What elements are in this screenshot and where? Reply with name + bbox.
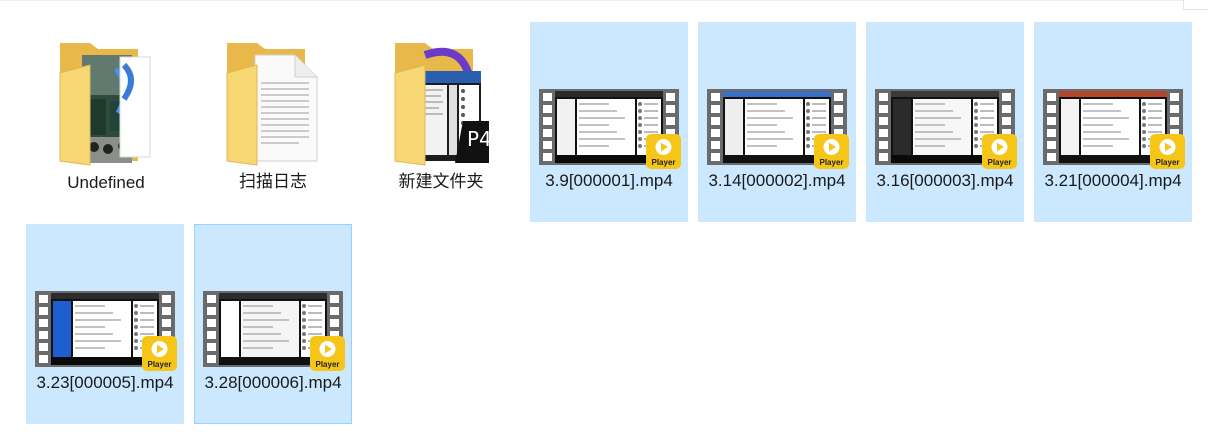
video-thumbnail-icon: Player bbox=[699, 23, 855, 173]
top-divider bbox=[0, 0, 1185, 1]
file-explorer-view: Undefined 扫描日志 P4 新建文件夹 Player 3.9[00000… bbox=[0, 0, 1208, 435]
folder-name: Undefined bbox=[67, 173, 145, 192]
folder-with-mp4-preview-icon: P4 bbox=[363, 25, 519, 175]
folder-tile-new-folder[interactable]: P4 新建文件夹 bbox=[362, 24, 520, 224]
folder-with-document-preview-icon bbox=[195, 25, 351, 175]
player-badge-label: Player bbox=[651, 158, 675, 167]
video-tile-2[interactable]: Player 3.14[000002].mp4 bbox=[698, 22, 856, 222]
video-tile-6[interactable]: Player 3.28[000006].mp4 bbox=[194, 224, 352, 424]
video-name: 3.16[000003].mp4 bbox=[876, 171, 1014, 190]
video-name: 3.14[000002].mp4 bbox=[708, 171, 846, 190]
video-tile-3[interactable]: Player 3.16[000003].mp4 bbox=[866, 22, 1024, 222]
folder-with-photo-preview-icon bbox=[28, 25, 184, 175]
video-tile-1[interactable]: Player 3.9[000001].mp4 bbox=[530, 22, 688, 222]
player-badge-label: Player bbox=[1155, 158, 1179, 167]
player-badge-label: Player bbox=[819, 158, 843, 167]
video-thumbnail-icon: Player bbox=[195, 225, 351, 375]
folder-tile-undefined[interactable]: Undefined bbox=[27, 24, 185, 224]
folder-name: 扫描日志 bbox=[239, 172, 307, 192]
player-badge-label: Player bbox=[315, 360, 339, 369]
video-name: 3.9[000001].mp4 bbox=[545, 171, 673, 190]
folder-name: 新建文件夹 bbox=[398, 172, 484, 192]
folder-tile-scan-log[interactable]: 扫描日志 bbox=[194, 24, 352, 224]
video-tile-4[interactable]: Player 3.21[000004].mp4 bbox=[1034, 22, 1192, 222]
video-thumbnail-icon: Player bbox=[1035, 23, 1191, 173]
video-thumbnail-icon: Player bbox=[531, 23, 687, 173]
video-name: 3.28[000006].mp4 bbox=[204, 373, 342, 392]
player-badge-label: Player bbox=[147, 360, 171, 369]
video-thumbnail-icon: Player bbox=[27, 225, 183, 375]
video-name: 3.21[000004].mp4 bbox=[1044, 171, 1182, 190]
mp4-tag-label: P4 bbox=[467, 127, 492, 151]
video-thumbnail-icon: Player bbox=[867, 23, 1023, 173]
scrollbar-up-area[interactable] bbox=[1183, 0, 1208, 10]
player-badge-label: Player bbox=[987, 158, 1011, 167]
video-tile-5[interactable]: Player 3.23[000005].mp4 bbox=[26, 224, 184, 424]
video-name: 3.23[000005].mp4 bbox=[36, 373, 174, 392]
